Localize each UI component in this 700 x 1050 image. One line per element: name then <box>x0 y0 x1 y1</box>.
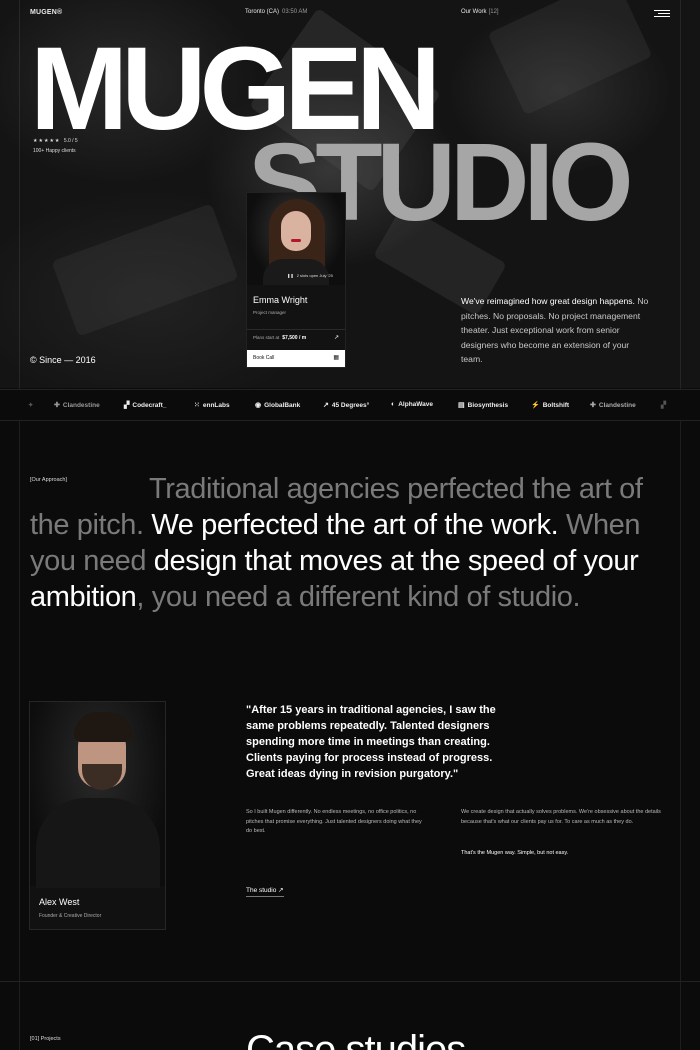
photo-face <box>281 211 311 251</box>
photo-body <box>263 259 329 285</box>
hero-section: MUGEN® Toronto (CA) 03:50 AM Our Work [12]… <box>0 0 700 388</box>
hero-background-shape <box>51 203 239 337</box>
our-work-count: [12] <box>488 9 499 15</box>
client-logo: ▤ Biosynthesis <box>458 401 508 409</box>
location-clock: Toronto (CA) 03:50 AM <box>245 9 307 15</box>
pricing-row[interactable]: Plans start at $7,500 / m ↗ <box>247 329 345 347</box>
hero-description-rest: No pitches. No proposals. No project man… <box>461 296 649 364</box>
hamburger-icon <box>658 13 670 14</box>
client-logo-name: 45 Degrees° <box>331 402 370 409</box>
client-logo-name: GlobalBank <box>264 402 301 409</box>
stripes-icon: ▤ <box>458 402 465 409</box>
client-logo: ▞ Codecraft_ <box>124 401 166 409</box>
contact-role: Project manager <box>253 310 287 315</box>
book-call-label: Book Call <box>253 355 275 361</box>
local-time: 03:50 AM <box>282 9 308 15</box>
logo-faded-left: ✦ <box>28 402 34 409</box>
client-logo-strip: ✦ ✚ Clandestine ▞ Codecraft_ ⁙ ennLabs ◉ Glo… <box>0 389 700 421</box>
rating-score: 5.0 / 5 <box>63 138 78 144</box>
ring-icon: ◉ <box>255 402 262 409</box>
studio-link[interactable]: The studio ↗ <box>246 886 284 897</box>
founder-paragraph-2: We create design that actually solves pr… <box>461 809 661 825</box>
photo-body <box>36 798 160 888</box>
rating-block: ★★★★★ 5.0 / 5 100+ Happy clients <box>33 138 78 154</box>
arrow-up-right-icon: ↗ <box>278 887 284 894</box>
slots-date: July '25 <box>319 273 333 278</box>
client-logo-name: ennLabs <box>202 402 230 409</box>
layout-guide-line <box>680 0 681 1050</box>
client-logo: ◐ AlphaWave <box>391 401 433 408</box>
plus-sparkle-icon: ✚ <box>590 402 596 409</box>
layout-guide-line <box>19 0 20 1050</box>
photo-lips <box>291 239 301 242</box>
client-logo: ↗ 45 Degrees° <box>323 401 369 409</box>
approach-seg2: We perfected the art of the work. <box>151 509 559 541</box>
client-logo-name: Codecraft_ <box>132 402 167 409</box>
client-logo-name: Boltshift <box>542 402 570 409</box>
blocks-icon: ▞ <box>124 402 130 409</box>
location-city: Toronto (CA) <box>245 9 280 15</box>
client-logo-name: Clandestine <box>598 402 636 409</box>
case-studies-title: Case studies <box>246 1028 466 1050</box>
contact-card: ❚❚ 2 slots open July '25 Emma Wright Proj… <box>246 192 346 368</box>
photo-beard <box>82 764 122 790</box>
emma-photo: ❚❚ 2 slots open July '25 <box>247 193 345 285</box>
hamburger-icon <box>654 16 670 17</box>
since-year: © Since — 2016 <box>30 355 96 365</box>
price-value: $7,500 / m <box>282 335 307 341</box>
founder-card: Alex West Founder & Creative Director <box>29 701 166 930</box>
studio-link-label: The studio <box>246 887 277 894</box>
founder-name: Alex West <box>39 897 80 907</box>
book-call-button[interactable]: Book Call ▦ <box>247 350 345 367</box>
pause-icon[interactable]: ❚❚ <box>287 273 294 278</box>
hero-description-highlight: We've reimagined how great design happen… <box>461 296 635 306</box>
logo-faded-right: ▞ <box>661 402 666 409</box>
arrow-up-right-icon: ↗ <box>323 402 329 409</box>
founder-paragraph-1: So I built Mugen differently. No endless… <box>246 809 422 834</box>
arrow-up-right-icon: ↗ <box>333 335 339 341</box>
our-work-link[interactable]: Our Work [12] <box>461 9 499 15</box>
contact-name: Emma Wright <box>253 295 308 305</box>
top-navigation: MUGEN® Toronto (CA) 03:50 AM Our Work [12] <box>30 9 670 19</box>
founder-quote: "After 15 years in traditional agencies,… <box>246 704 496 780</box>
client-logo-name: AlphaWave <box>398 401 434 408</box>
founder-photo <box>30 702 165 888</box>
photo-hair <box>74 712 132 742</box>
our-work-label: Our Work <box>461 9 487 15</box>
slots-open: 2 slots open <box>296 273 319 278</box>
menu-button[interactable] <box>654 9 670 17</box>
plus-sparkle-icon: ✚ <box>54 402 60 409</box>
client-logo: ✚ Clandestine <box>590 401 636 409</box>
section-divider <box>0 981 700 982</box>
half-circle-icon: ◐ <box>391 401 396 408</box>
founder-role: Founder & Creative Director <box>39 913 102 919</box>
client-logo-name: Biosynthesis <box>467 402 509 409</box>
client-logo-name: Clandestine <box>62 402 100 409</box>
client-logo: ⚡ Boltshift <box>531 401 569 409</box>
star-rating-icon: ★★★★★ <box>33 138 61 144</box>
slots-status: ❚❚ 2 slots open July '25 <box>287 273 333 278</box>
happy-clients: 100+ Happy clients <box>33 148 76 154</box>
brand-logo[interactable]: MUGEN® <box>30 9 62 16</box>
client-logo: ◉ GlobalBank <box>255 401 300 409</box>
hamburger-icon <box>654 10 670 11</box>
approach-seg5: , you need a different kind of studio. <box>136 581 581 613</box>
client-logo: ⁙ ennLabs <box>194 401 230 409</box>
mugen-tagline: That's the Mugen way. Simple, but not ea… <box>461 850 569 856</box>
price-label: Plans start at <box>253 335 280 340</box>
dots-grid-icon: ⁙ <box>194 402 200 409</box>
projects-label: [01] Projects <box>30 1036 61 1042</box>
calendar-icon: ▦ <box>333 355 339 361</box>
client-logo: ✚ Clandestine <box>54 401 100 409</box>
bolt-icon: ⚡ <box>531 402 540 409</box>
approach-statement: Traditional agencies perfected the art o… <box>30 471 680 615</box>
hero-description: We've reimagined how great design happen… <box>461 294 651 367</box>
